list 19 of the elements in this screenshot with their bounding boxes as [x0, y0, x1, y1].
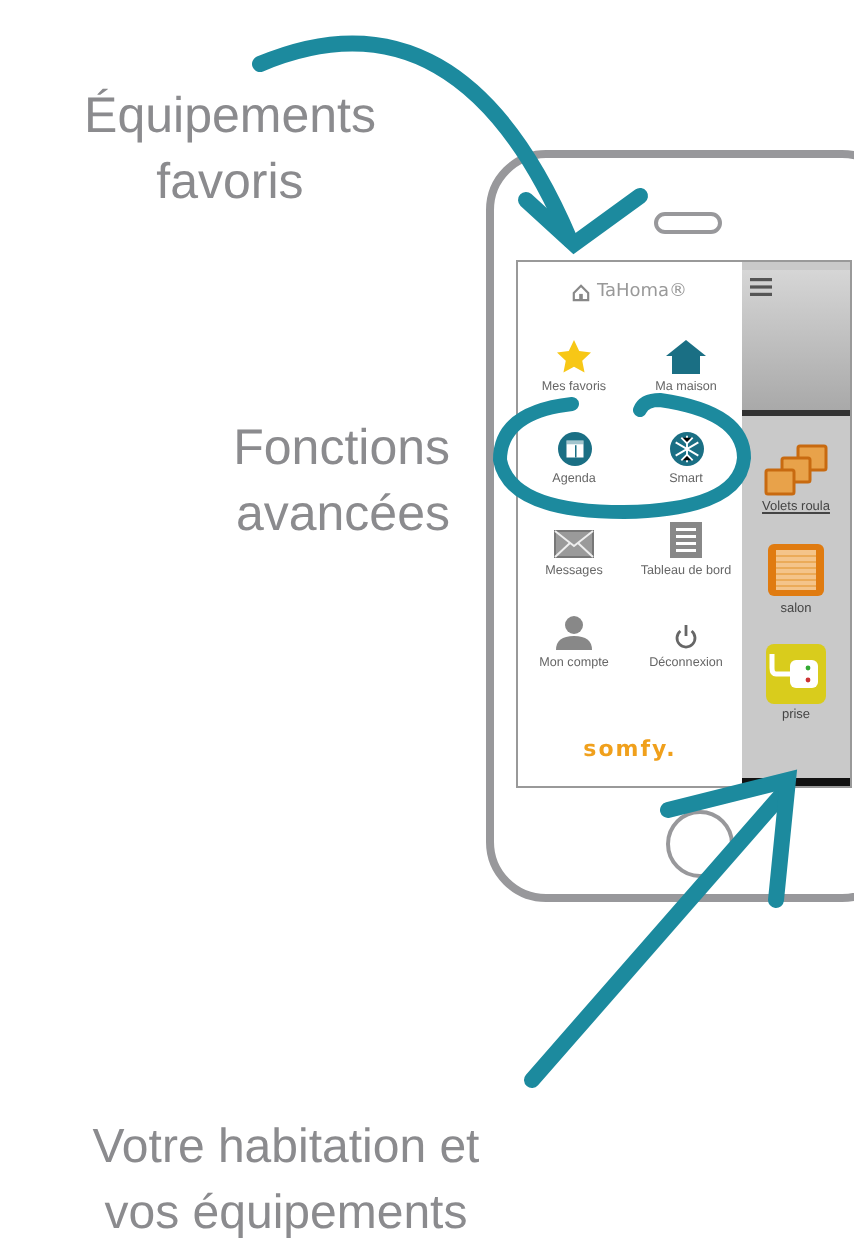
- snowflake-icon: [669, 432, 703, 466]
- envelope-icon: [554, 530, 594, 558]
- house-icon: [666, 340, 706, 374]
- star-icon: [556, 340, 592, 374]
- power-icon: [674, 624, 698, 650]
- annotation-text: Fonctions avancées: [231, 418, 450, 546]
- annotation-text: Votre habitation et vos équipements: [90, 1118, 482, 1244]
- brand-logo: somfy.: [583, 736, 677, 762]
- calendar-icon: [557, 432, 591, 466]
- house-icon: [572, 283, 591, 301]
- menu-icon[interactable]: [750, 278, 772, 296]
- shutters-icon: [762, 444, 830, 496]
- speaker-slot: [654, 212, 722, 234]
- blind-icon: [766, 542, 826, 598]
- plug-icon: [766, 644, 826, 704]
- user-icon: [556, 616, 592, 650]
- app-logo: TaHoma®: [596, 282, 688, 302]
- annotation-text: Équipements favoris: [82, 86, 378, 214]
- document-icon: [670, 522, 702, 558]
